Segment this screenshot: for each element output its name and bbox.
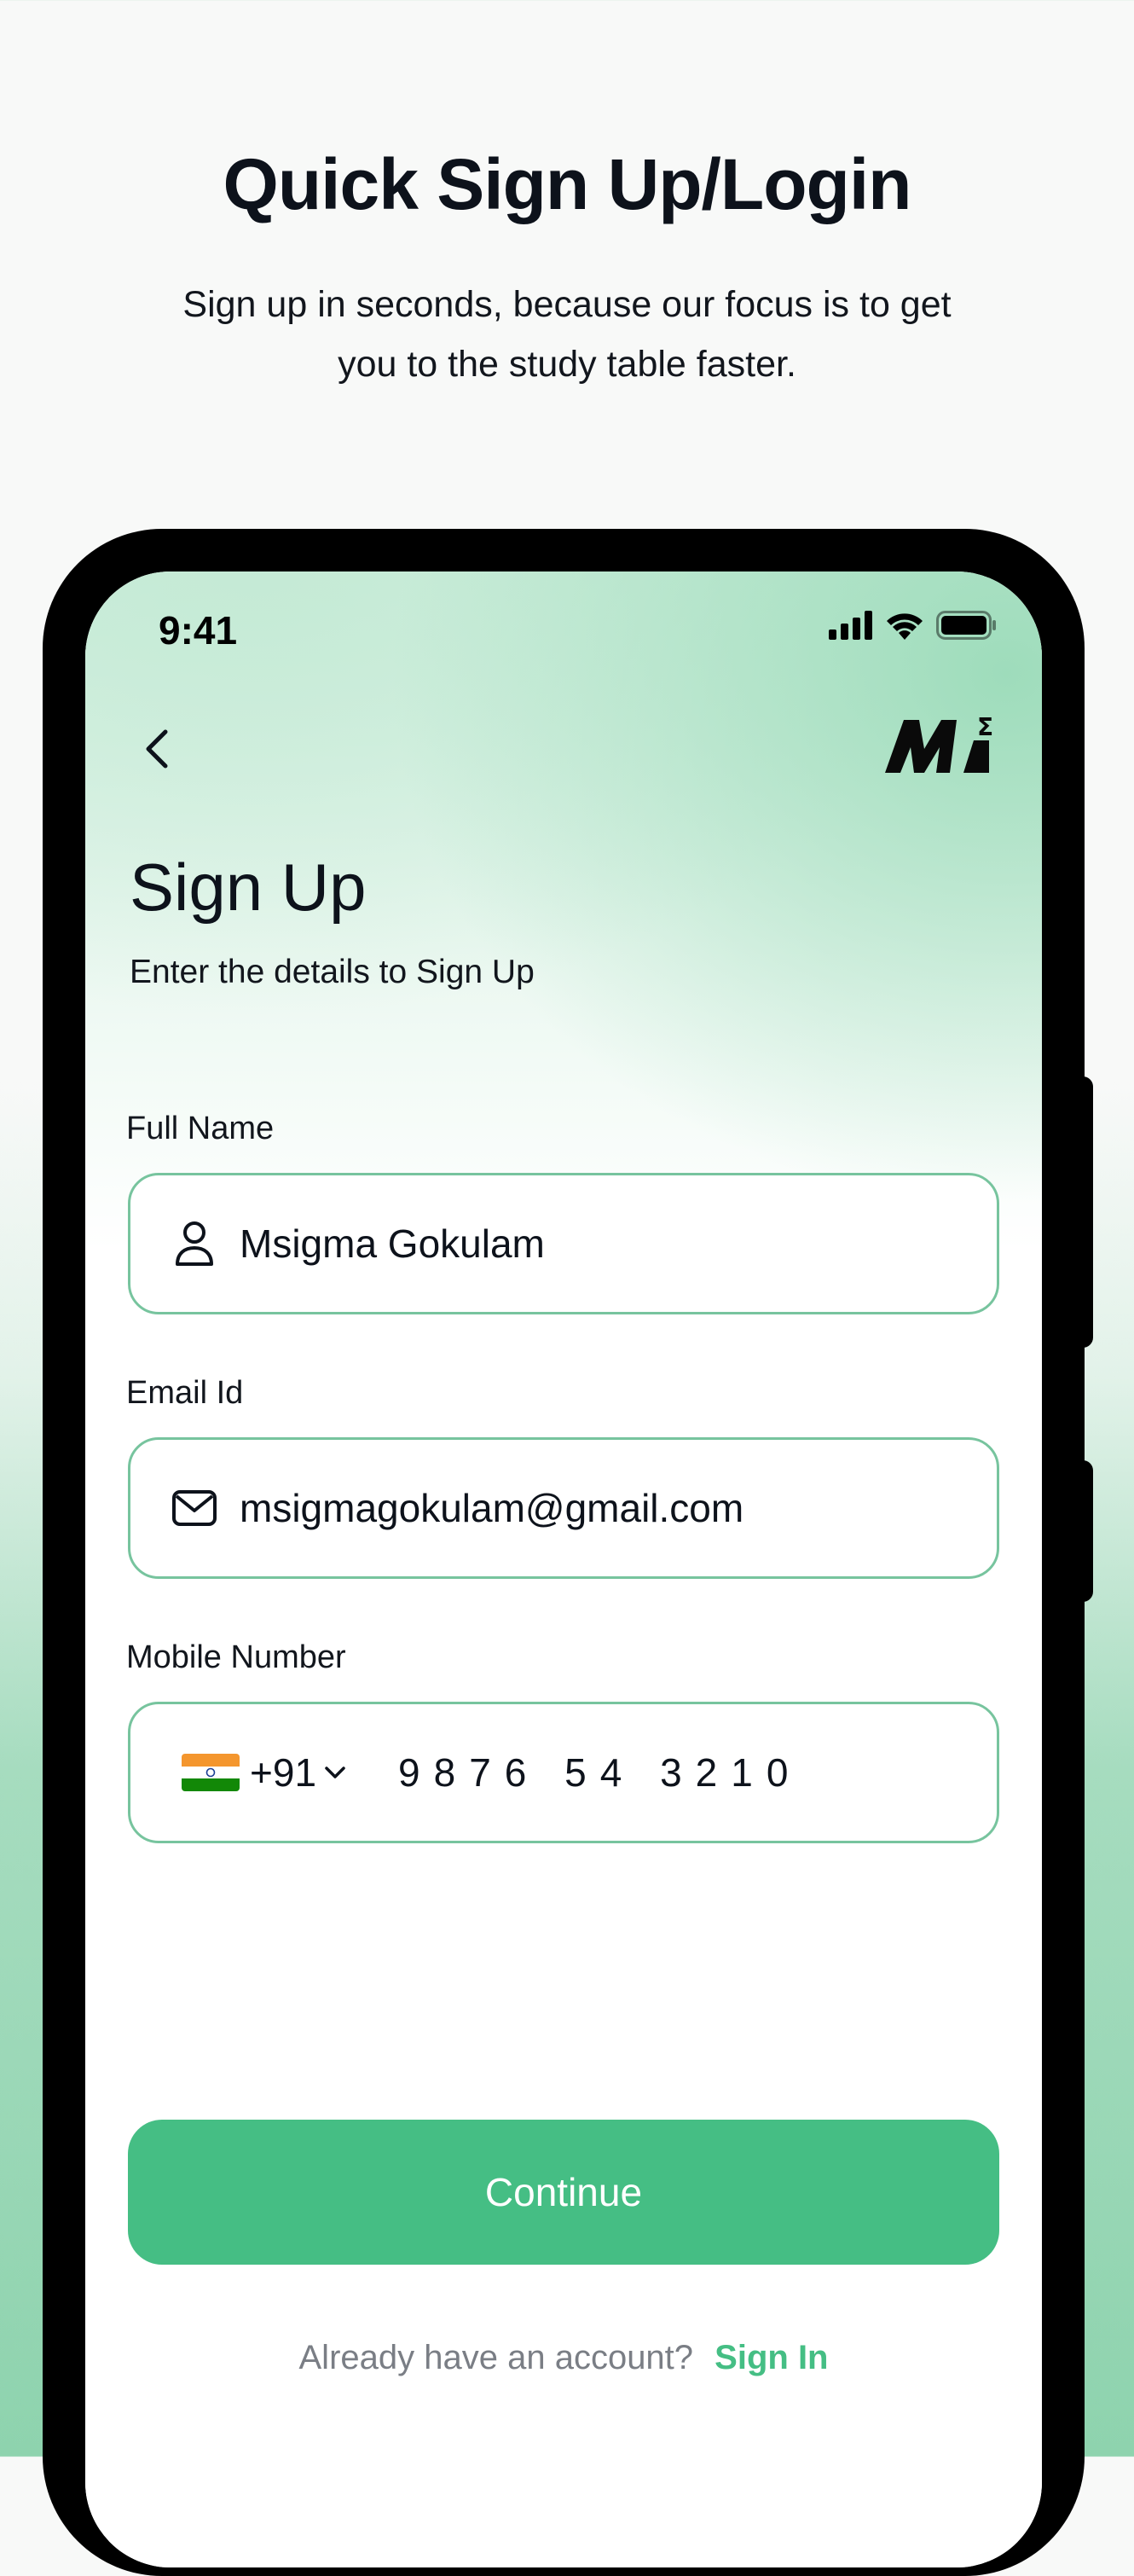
country-code[interactable]: +91 [250, 1749, 316, 1796]
promo-subtitle: Sign up in seconds, because our focus is… [182, 284, 952, 385]
status-icons [829, 611, 998, 644]
promo-title: Quick Sign Up/Login [223, 144, 912, 224]
email-value: msigmagokulam@gmail.com [240, 1486, 744, 1530]
email-field[interactable]: msigmagokulam@gmail.com [128, 1437, 999, 1579]
signin-link[interactable]: Sign In [715, 2339, 828, 2376]
svg-text:Σ: Σ [977, 715, 993, 741]
signin-row: Already have an account? Sign In [85, 2339, 1042, 2377]
user-icon [171, 1221, 217, 1267]
page-subtitle: Enter the details to Sign Up [130, 954, 535, 990]
full-name-field[interactable]: Msigma Gokulam [128, 1173, 999, 1314]
mobile-value: 9876 54 3210 [398, 1750, 802, 1795]
mobile-label: Mobile Number [126, 1639, 346, 1675]
mail-icon [171, 1485, 217, 1531]
phone-screen: 9:41 Σ Sign Up Enter the details to Sign… [85, 571, 1042, 2567]
wifi-icon [885, 611, 924, 644]
status-time: 9:41 [159, 608, 238, 653]
chevron-down-icon[interactable] [323, 1761, 347, 1784]
mobile-field[interactable]: +91 9876 54 3210 [128, 1702, 999, 1843]
phone-frame: 9:41 Σ Sign Up Enter the details to Sign… [43, 529, 1085, 2576]
cellular-signal-icon [829, 611, 873, 644]
page-title: Sign Up [130, 850, 367, 925]
india-flag-icon [182, 1754, 240, 1791]
chevron-left-icon [140, 727, 174, 775]
battery-icon [936, 611, 998, 644]
continue-button[interactable]: Continue [128, 2120, 999, 2265]
m-sigma-logo: Σ [885, 713, 1001, 775]
full-name-label: Full Name [126, 1111, 275, 1146]
signin-prompt: Already have an account? [298, 2339, 694, 2376]
email-label: Email Id [126, 1375, 244, 1411]
back-button[interactable] [123, 717, 191, 785]
full-name-value: Msigma Gokulam [240, 1221, 545, 1266]
